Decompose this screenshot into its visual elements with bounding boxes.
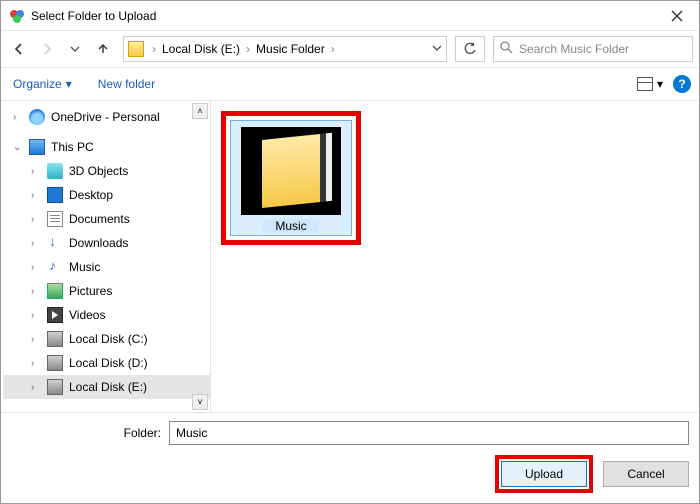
window-title: Select Folder to Upload (31, 9, 655, 23)
desktop-icon (47, 187, 63, 203)
collapse-icon[interactable]: ⌄ (13, 142, 23, 153)
folder-field-label: Folder: (11, 426, 161, 440)
chevron-right-icon: › (329, 42, 337, 56)
view-icon (637, 77, 653, 91)
highlight-box: Music (221, 111, 361, 245)
tree-item[interactable]: ›Music (3, 255, 210, 279)
onedrive-icon (29, 109, 45, 125)
content-pane[interactable]: Music (211, 101, 699, 412)
scroll-down-button[interactable]: ˅ (192, 394, 208, 410)
cancel-button[interactable]: Cancel (603, 461, 689, 487)
organize-label: Organize (13, 77, 62, 91)
search-icon (500, 41, 513, 57)
tree-label: Videos (69, 308, 105, 322)
chevron-right-icon: › (150, 42, 158, 56)
body: ˄ › OneDrive - Personal ⌄ This PC ›3D Ob… (1, 101, 699, 412)
help-button[interactable]: ? (673, 75, 691, 93)
folder-item-selected[interactable]: Music (230, 120, 352, 236)
organize-menu[interactable]: Organize ▾ (9, 75, 76, 93)
tree-item[interactable]: ›Desktop (3, 183, 210, 207)
tree-label: Music (69, 260, 100, 274)
nav-tree: ˄ › OneDrive - Personal ⌄ This PC ›3D Ob… (1, 101, 211, 412)
folder-name-input[interactable] (169, 421, 689, 445)
back-button[interactable] (7, 37, 31, 61)
folder-icon (128, 41, 144, 57)
chevron-right-icon: › (244, 42, 252, 56)
address-bar[interactable]: › Local Disk (E:) › Music Folder › (123, 36, 447, 62)
music-icon (47, 259, 63, 275)
tree-label: Local Disk (E:) (69, 380, 147, 394)
toolbar: Organize ▾ New folder ▾ ? (1, 67, 699, 101)
upload-button[interactable]: Upload (501, 461, 587, 487)
up-button[interactable] (91, 37, 115, 61)
breadcrumb-root[interactable]: Local Disk (E:) (158, 42, 244, 56)
close-button[interactable] (655, 1, 699, 31)
tree-onedrive[interactable]: › OneDrive - Personal (3, 105, 210, 129)
tree-item[interactable]: ›Downloads (3, 231, 210, 255)
search-placeholder: Search Music Folder (519, 42, 629, 56)
tree-label: Pictures (69, 284, 112, 298)
recent-locations-dropdown[interactable] (63, 37, 87, 61)
tree-item[interactable]: ›Pictures (3, 279, 210, 303)
new-folder-button[interactable]: New folder (94, 75, 159, 93)
tree-item[interactable]: ›Local Disk (D:) (3, 351, 210, 375)
disk-icon (47, 331, 63, 347)
breadcrumb-child[interactable]: Music Folder (252, 42, 329, 56)
scroll-up-button[interactable]: ˄ (192, 103, 208, 119)
tree-label: Local Disk (C:) (69, 332, 148, 346)
tree-label: OneDrive - Personal (51, 110, 160, 124)
tree-item[interactable]: ›Documents (3, 207, 210, 231)
footer: Folder: Upload Cancel (1, 412, 699, 503)
titlebar: Select Folder to Upload (1, 1, 699, 31)
address-dropdown-icon[interactable] (432, 42, 442, 56)
highlight-box: Upload (495, 455, 593, 493)
documents-icon (47, 211, 63, 227)
pictures-icon (47, 283, 63, 299)
folder-icon (262, 134, 320, 208)
disk-icon (47, 379, 63, 395)
tree-item[interactable]: ›Videos (3, 303, 210, 327)
videos-icon (47, 307, 63, 323)
downloads-icon (47, 235, 63, 251)
tree-label: This PC (51, 140, 94, 154)
refresh-button[interactable] (455, 36, 485, 62)
folder-thumbnail (241, 127, 341, 215)
tree-item-selected[interactable]: ›Local Disk (E:) (3, 375, 210, 399)
view-options-button[interactable]: ▾ (637, 77, 663, 91)
tree-item[interactable]: ›3D Objects (3, 159, 210, 183)
pc-icon (29, 139, 45, 155)
chevron-down-icon: ▾ (657, 77, 663, 91)
tree-label: Downloads (69, 236, 128, 250)
tree-item[interactable]: ›Local Disk (C:) (3, 327, 210, 351)
tree-label: Local Disk (D:) (69, 356, 148, 370)
folder-caption: Music (263, 219, 318, 233)
tree-this-pc[interactable]: ⌄ This PC (3, 135, 210, 159)
tree-label: Desktop (69, 188, 113, 202)
3d-objects-icon (47, 163, 63, 179)
tree-label: 3D Objects (69, 164, 128, 178)
disk-icon (47, 355, 63, 371)
expand-icon[interactable]: › (13, 112, 23, 123)
search-input[interactable]: Search Music Folder (493, 36, 693, 62)
app-icon (9, 8, 25, 24)
chevron-down-icon: ▾ (66, 77, 72, 91)
tree-label: Documents (69, 212, 130, 226)
forward-button[interactable] (35, 37, 59, 61)
nav-bar: › Local Disk (E:) › Music Folder › Searc… (1, 31, 699, 67)
